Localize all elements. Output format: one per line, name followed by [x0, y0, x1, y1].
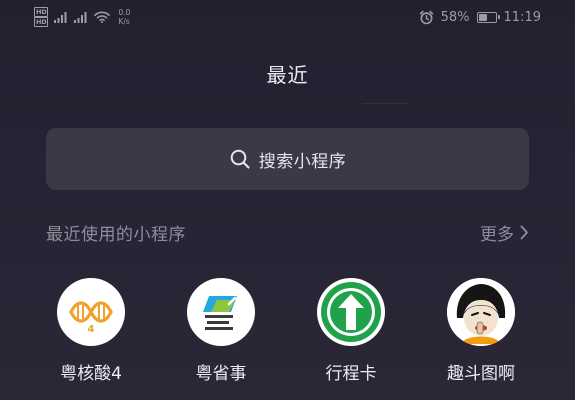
mini-program-item-qudoutu[interactable]: 趣斗图啊 — [426, 278, 536, 384]
network-speed-unit: K/s — [118, 17, 130, 26]
dna-4-icon: 4 — [57, 278, 125, 346]
status-bar-left: HD HD 0.0 K/s — [34, 5, 130, 29]
up-arrow-circle-icon — [317, 278, 385, 346]
mini-program-label: 趣斗图啊 — [447, 364, 515, 384]
meme-face-icon — [447, 278, 515, 346]
chevron-right-icon — [520, 225, 528, 240]
search-mini-program-button[interactable]: 搜索小程序 — [46, 128, 529, 190]
recent-section-title: 最近使用的小程序 — [46, 225, 186, 245]
svg-text:4: 4 — [88, 324, 95, 335]
battery-percentage: 58% — [440, 9, 470, 25]
header-divider — [362, 103, 408, 104]
more-label: 更多 — [480, 225, 514, 245]
hd-badge: HD — [34, 17, 49, 27]
hd-badge: HD — [34, 7, 49, 17]
yueshengshi-icon — [187, 278, 255, 346]
mini-program-label: 粤省事 — [195, 364, 247, 384]
mini-program-label: 行程卡 — [325, 364, 377, 384]
network-speed-value: 0.0 — [118, 8, 131, 17]
mini-program-item-yuehesuan[interactable]: 4 粤核酸4 — [36, 278, 146, 384]
network-speed: 0.0 K/s — [118, 8, 130, 26]
status-time: 11:19 — [503, 9, 541, 25]
mini-program-item-yueshengshi[interactable]: 粤省事 — [166, 278, 276, 384]
battery-level-fill — [478, 13, 487, 21]
page-title: 最近 — [266, 63, 309, 87]
alarm-clock-icon — [419, 10, 433, 24]
cellular-signal-icon — [54, 12, 67, 23]
search-icon — [230, 149, 250, 169]
network-badges: HD HD — [34, 7, 49, 27]
status-bar-right: 58% 11:19 — [419, 6, 541, 28]
mini-program-item-xingchengka[interactable]: 行程卡 — [296, 278, 406, 384]
mini-program-label: 粤核酸4 — [60, 364, 122, 384]
cellular-signal-icon — [74, 12, 87, 23]
status-bar: HD HD 0.0 K/s 58% 11:19 — [0, 0, 575, 34]
battery-icon — [476, 11, 500, 23]
more-button[interactable]: 更多 — [480, 220, 529, 245]
wifi-icon — [94, 11, 111, 23]
search-label: 搜索小程序 — [258, 151, 347, 172]
battery-tip — [497, 15, 500, 19]
